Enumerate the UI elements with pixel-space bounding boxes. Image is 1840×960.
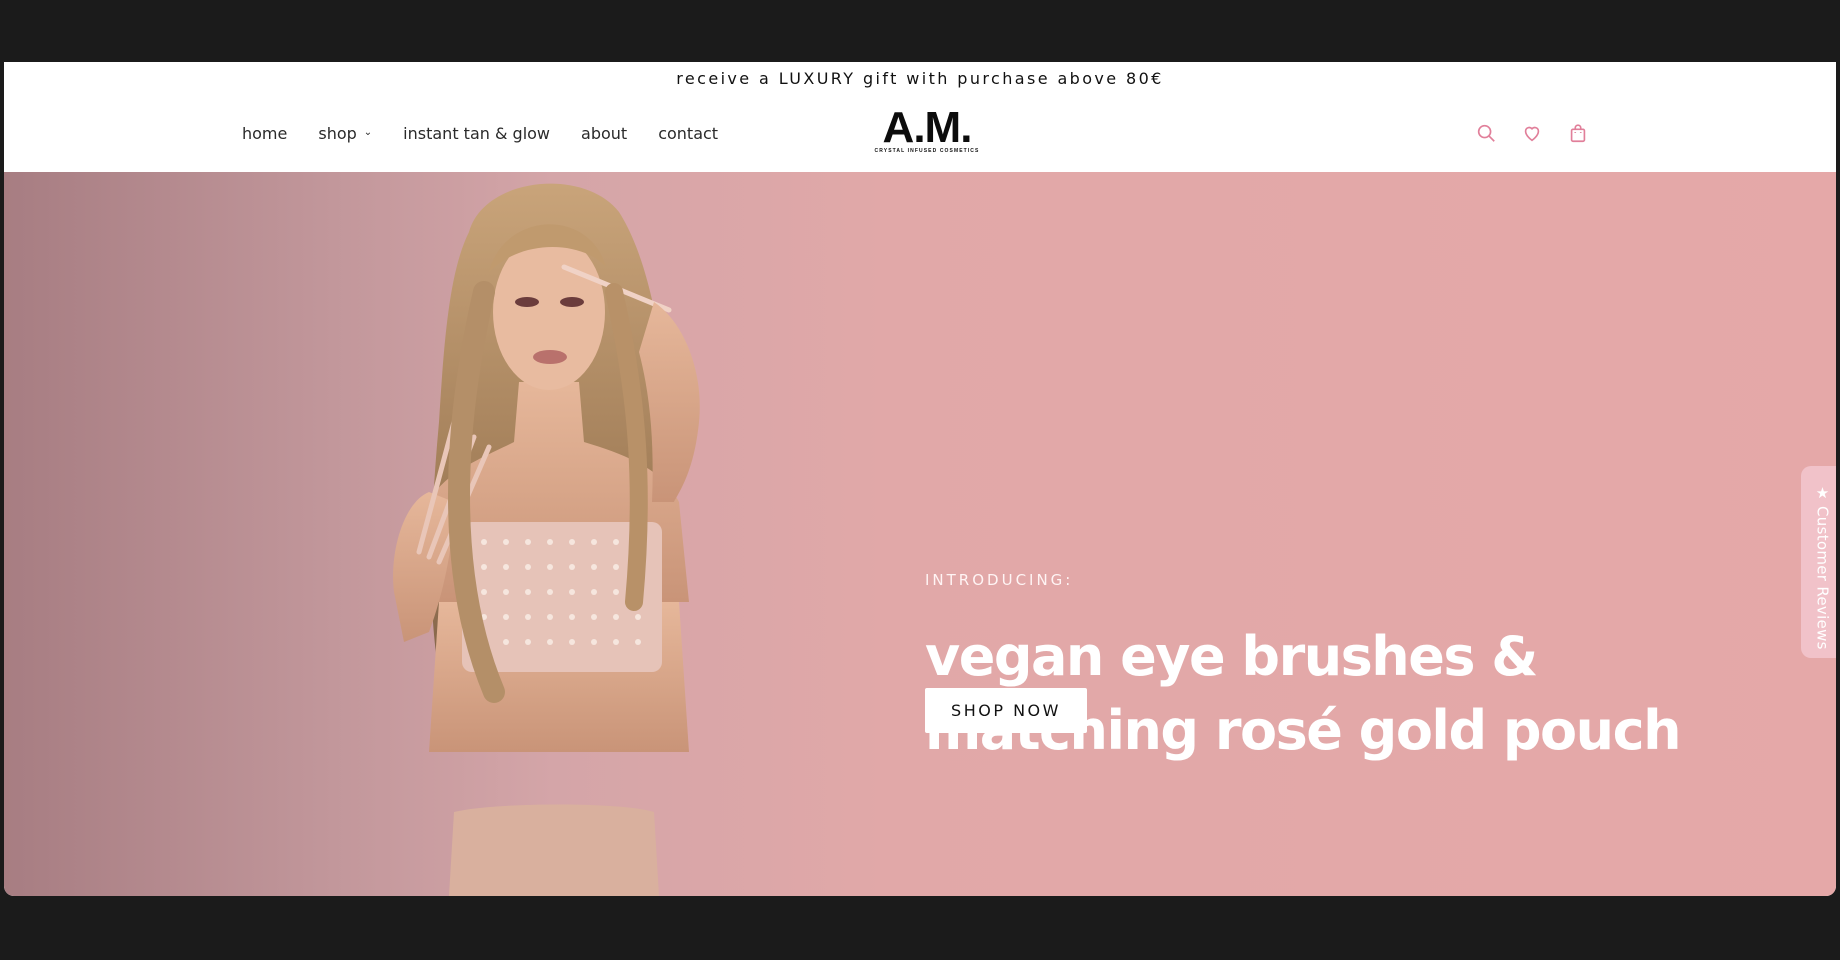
browser-viewport: receive a LUXURY gift with purchase abov… xyxy=(4,62,1836,896)
announcement-bar: receive a LUXURY gift with purchase abov… xyxy=(4,62,1836,94)
customer-reviews-label: Customer Reviews xyxy=(1813,506,1832,650)
nav-contact-label: contact xyxy=(658,123,719,143)
hero-banner: INTRODUCING: vegan eye brushes & matchin… xyxy=(4,172,1836,896)
announcement-text: receive a LUXURY gift with purchase abov… xyxy=(676,68,1164,88)
nav-instant-tan-label: instant tan & glow xyxy=(403,123,551,143)
star-icon: ★ xyxy=(1815,485,1830,502)
hero-headline-line-1: vegan eye brushes & xyxy=(925,625,1538,688)
header-icons xyxy=(1474,94,1612,172)
customer-reviews-tab[interactable]: ★ Customer Reviews xyxy=(1801,466,1836,658)
nav-home[interactable]: home xyxy=(242,124,287,143)
heart-icon[interactable] xyxy=(1520,121,1544,145)
brand-logo[interactable]: A.M. CRYSTAL INFUSED COSMETICS xyxy=(872,103,982,155)
nav-instant-tan-glow[interactable]: instant tan & glow xyxy=(403,124,550,143)
site-header: home shop ⌄ instant tan & glow about cont… xyxy=(4,94,1836,172)
nav-about[interactable]: about xyxy=(581,124,627,143)
chevron-down-icon: ⌄ xyxy=(363,126,373,138)
shopping-bag-icon[interactable] xyxy=(1566,121,1590,145)
logo-wordmark: A.M. xyxy=(882,103,973,152)
nav-about-label: about xyxy=(581,123,628,143)
hero-intro-label: INTRODUCING: xyxy=(925,571,1074,589)
nav-shop[interactable]: shop ⌄ xyxy=(318,124,372,143)
hero-model-image xyxy=(393,183,700,896)
nav-contact[interactable]: contact xyxy=(658,124,718,143)
logo-tagline: CRYSTAL INFUSED COSMETICS xyxy=(874,148,980,154)
shop-now-button[interactable]: SHOP NOW xyxy=(925,688,1087,733)
nav-home-label: home xyxy=(242,123,288,143)
search-icon[interactable] xyxy=(1474,121,1498,145)
main-nav: home shop ⌄ instant tan & glow about cont… xyxy=(242,94,749,172)
nav-shop-label: shop xyxy=(318,123,357,143)
